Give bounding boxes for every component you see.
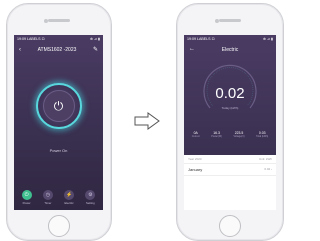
tab-label: Power (22, 201, 31, 205)
today-energy-value: 0.02 (215, 85, 245, 102)
status-right: ⊕ ⊿ ▮ (90, 37, 100, 41)
stat-label: Current (191, 135, 200, 138)
back-icon[interactable]: ← (189, 46, 195, 52)
stat-label: Total (kWh) (256, 135, 269, 138)
phone-electric-screen: 19:09 LABELS ⊡ ⊕ ⊿ ▮ ← Electric 0.02 Tod… (176, 3, 284, 241)
bottom-tab-bar: ⏻ Power ◷ Timer ⚡ Electric ⚙ Setting (14, 190, 103, 205)
power-icon: ⏻ (21, 190, 32, 200)
year-label: Year 2023 (188, 157, 202, 161)
top-bar: ← Electric (184, 44, 276, 56)
home-button (219, 215, 241, 237)
arrow-right-icon (134, 112, 160, 130)
today-energy-unit: Today (kWh) (221, 106, 239, 110)
electric-icon: ⚡ (64, 190, 75, 200)
power-button[interactable]: ⏻ (35, 83, 82, 129)
status-left: 19:09 LABELS ⊡ (187, 37, 215, 41)
home-button (48, 215, 70, 237)
power-icon: ⏻ (42, 90, 75, 122)
speaker (219, 19, 241, 22)
status-left: 19:09 LABELS ⊡ (17, 37, 45, 41)
tab-setting[interactable]: ⚙ Setting (85, 190, 96, 205)
meter-panel: 19:09 LABELS ⊡ ⊕ ⊿ ▮ ← Electric 0.02 Tod… (184, 35, 276, 155)
stat-label: Power(W) (211, 135, 222, 138)
stat-total: 0.03 Total (kWh) (256, 131, 268, 138)
front-camera (44, 19, 48, 23)
speaker (48, 19, 70, 22)
month-label: January (188, 167, 203, 172)
stat-voltage: 223.5 Voltage(V) (233, 131, 244, 138)
page-title: Electric (221, 47, 239, 53)
tab-label: Setting (86, 201, 95, 205)
tab-electric[interactable]: ⚡ Electric (64, 190, 75, 205)
stat-current: 0A Current (192, 131, 200, 138)
stats-row: 0A Current 16.3 Power(W) 223.5 Voltage(V… (184, 131, 276, 138)
list-item[interactable]: January 0.02 › (184, 164, 276, 176)
list-header: Year 2023 Unit: kWh (184, 155, 276, 164)
monthly-list: Year 2023 Unit: kWh January 0.02 › (184, 155, 276, 176)
top-bar: ‹ ATMS1602 -2023 ✎ (14, 44, 103, 56)
tab-label: Electric (64, 201, 74, 205)
tab-timer[interactable]: ◷ Timer (42, 190, 53, 205)
status-bar: 19:09 LABELS ⊡ ⊕ ⊿ ▮ (184, 35, 276, 44)
status-right: ⊕ ⊿ ▮ (263, 37, 273, 41)
front-camera (215, 19, 219, 23)
month-value: 0.02 › (264, 167, 272, 171)
setting-icon: ⚙ (85, 190, 96, 200)
tab-power[interactable]: ⏻ Power (21, 190, 32, 205)
unit-label: Unit: kWh (258, 157, 272, 161)
edit-icon[interactable]: ✎ (93, 47, 98, 53)
back-icon[interactable]: ‹ (19, 47, 21, 53)
electric-screen: 19:09 LABELS ⊡ ⊕ ⊿ ▮ ← Electric 0.02 Tod… (184, 35, 276, 210)
power-status: Power On (49, 148, 68, 153)
power-screen: 19:09 LABELS ⊡ ⊕ ⊿ ▮ ‹ ATMS1602 -2023 ✎ … (14, 35, 103, 210)
status-bar: 19:09 LABELS ⊡ ⊕ ⊿ ▮ (14, 35, 103, 44)
stat-label: Voltage(V) (233, 135, 245, 138)
tab-label: Timer (44, 201, 52, 205)
device-title: ATMS1602 -2023 (37, 47, 77, 53)
phone-power-screen: 19:09 LABELS ⊡ ⊕ ⊿ ▮ ‹ ATMS1602 -2023 ✎ … (6, 3, 112, 241)
timer-icon: ◷ (42, 190, 53, 200)
stat-power: 16.3 Power(W) (211, 131, 222, 138)
